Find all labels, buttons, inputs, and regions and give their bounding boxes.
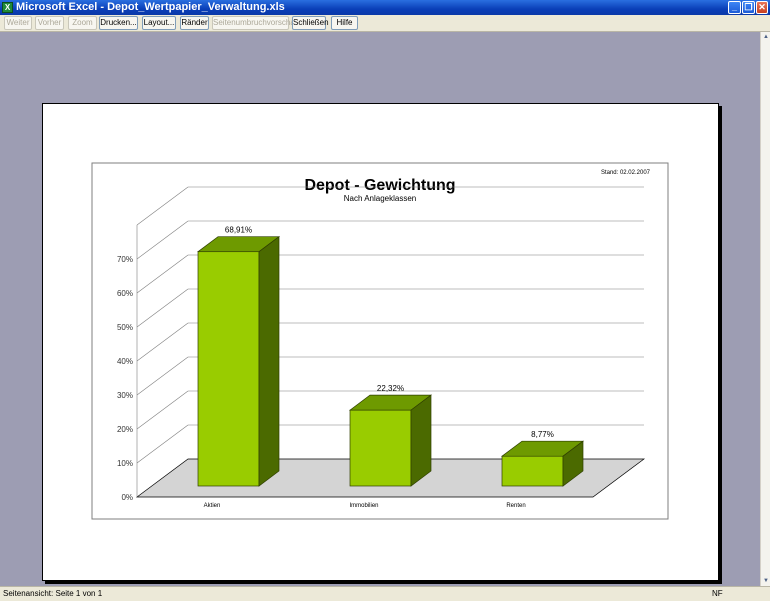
restore-icon[interactable]: ❐: [742, 1, 755, 14]
scroll-up-icon[interactable]: ▲: [761, 32, 770, 42]
print-page: Depot - Gewichtung Nach Anlageklassen St…: [42, 103, 719, 581]
previous-page-button[interactable]: Vorher: [35, 16, 64, 30]
bar-renten: [501, 455, 564, 487]
next-page-button[interactable]: Weiter: [4, 16, 32, 30]
status-text: Seitenansicht: Seite 1 von 1: [3, 589, 103, 598]
bar-side-aktien: [258, 236, 280, 487]
preview-toolbar: Weiter Vorher Zoom Drucken... Layout... …: [0, 15, 770, 32]
margins-button[interactable]: Ränder: [180, 16, 209, 30]
data-label: 22,32%: [377, 384, 404, 393]
help-button[interactable]: Hilfe: [331, 16, 358, 30]
print-button[interactable]: Drucken...: [99, 16, 138, 30]
y-tick-label: 10%: [117, 459, 133, 468]
title-bar: X Microsoft Excel - Depot_Wertpapier_Ver…: [0, 0, 770, 15]
y-tick-label: 60%: [117, 289, 133, 298]
y-tick-label: 50%: [117, 323, 133, 332]
stand-date: Stand: 02.02.2007: [601, 170, 651, 176]
data-label: 8,77%: [531, 430, 554, 439]
zoom-button[interactable]: Zoom: [68, 16, 97, 30]
bar-side-immobilien: [410, 394, 432, 487]
minimize-icon[interactable]: _: [728, 1, 741, 14]
vertical-scrollbar[interactable]: ▲ ▼: [760, 32, 770, 586]
chart-subtitle: Nach Anlageklassen: [344, 194, 417, 203]
x-tick-label: Renten: [506, 503, 525, 509]
page-break-preview-button[interactable]: Seitenumbruchvorschau: [212, 16, 299, 30]
y-tick-label: 70%: [117, 255, 133, 264]
preview-area: Depot - Gewichtung Nach Anlageklassen St…: [0, 32, 760, 586]
status-bar: Seitenansicht: Seite 1 von 1 NF: [0, 586, 770, 601]
data-label: 68,91%: [225, 226, 252, 235]
x-tick-label: Aktien: [204, 503, 221, 509]
close-preview-button[interactable]: Schließen: [292, 16, 329, 30]
setup-button[interactable]: Layout...: [142, 16, 176, 30]
chart: Depot - Gewichtung Nach Anlageklassen St…: [91, 162, 669, 520]
x-tick-label: Immobilien: [349, 503, 378, 509]
chart-title: Depot - Gewichtung: [304, 177, 455, 194]
close-icon[interactable]: ✕: [756, 1, 768, 14]
status-mode: NF: [712, 589, 723, 598]
y-tick-label: 40%: [117, 357, 133, 366]
y-tick-label: 20%: [117, 425, 133, 434]
scroll-down-icon[interactable]: ▼: [761, 576, 770, 586]
y-tick-label: 30%: [117, 391, 133, 400]
bar-aktien: [197, 251, 260, 487]
window-title: Microsoft Excel - Depot_Wertpapier_Verwa…: [16, 1, 285, 13]
y-tick-label: 0%: [121, 493, 133, 502]
bar-immobilien: [349, 409, 412, 487]
excel-icon: X: [2, 2, 13, 13]
